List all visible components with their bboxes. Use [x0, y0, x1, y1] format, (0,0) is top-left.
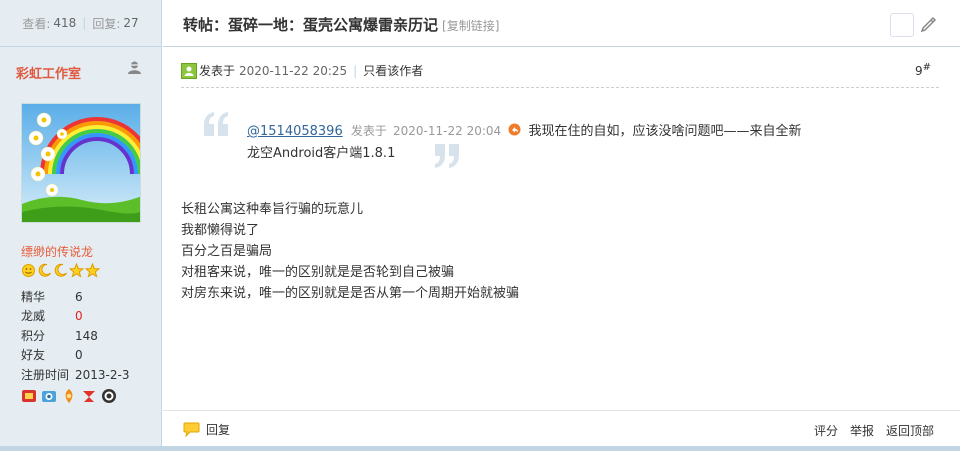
quote-date: 2020-11-22 20:04 — [393, 124, 502, 138]
post-frame: 查看: 418 | 回复: 27 彩虹工作室 缥缈的传说龙 精华 6 龙威 0 … — [0, 0, 960, 451]
message-line: 长租公寓这种奉旨行骗的玩意儿 — [181, 202, 364, 217]
only-author-link[interactable]: 只看该作者 — [363, 62, 423, 79]
info-key: 注册时间 — [21, 367, 70, 382]
star-icon — [69, 263, 84, 278]
info-value: 0 — [75, 309, 83, 324]
views-count: 418 — [53, 16, 77, 30]
floor-hash: # — [922, 62, 932, 73]
post-actions: 评分 举报 返回顶部 — [814, 422, 934, 439]
star-icon — [85, 263, 100, 278]
floor-number[interactable]: 9# — [915, 62, 931, 78]
replies-count: 27 — [123, 16, 139, 30]
footer-divider — [163, 410, 960, 411]
medal-1-icon[interactable] — [21, 388, 37, 404]
medals — [21, 388, 117, 404]
info-row-digest: 精华 6 — [21, 288, 129, 307]
rainbow-avatar-image — [22, 104, 140, 222]
reply-label: 回复 — [206, 423, 231, 437]
report-button[interactable]: 举报 — [850, 422, 874, 439]
author-name[interactable]: 彩虹工作室 — [16, 63, 81, 82]
info-row-friends: 好友 0 — [21, 346, 129, 365]
offline-status-icon — [128, 61, 141, 74]
medal-3-icon[interactable] — [61, 388, 77, 404]
medal-4-icon[interactable] — [81, 388, 97, 404]
medal-5-icon[interactable] — [101, 388, 117, 404]
info-key: 积分 — [21, 328, 46, 343]
reply-button[interactable]: 回复 — [183, 421, 230, 438]
info-row-register-date: 注册时间 2013-2-3 — [21, 366, 129, 385]
post-content-column: 转帖：蛋碎一地：蛋壳公寓爆雷亲历记 [复制链接] 发表于 2020-11-22 2… — [163, 0, 960, 451]
thread-title-bar: 转帖：蛋碎一地：蛋壳公寓爆雷亲历记 [复制链接] — [163, 0, 960, 47]
post-date: 2020-11-22 20:25 — [239, 63, 348, 78]
post-message: 长租公寓这种奉旨行骗的玩意儿 我都懒得说了 百分之百是骗局 对租客来说，唯一的区… — [181, 199, 519, 304]
author-sidebar: 查看: 418 | 回复: 27 彩虹工作室 缥缈的传说龙 精华 6 龙威 0 … — [0, 0, 162, 451]
floor-value: 9 — [915, 64, 923, 78]
goto-post-icon[interactable] — [508, 123, 521, 136]
meta-divider: | — [353, 63, 358, 78]
rank-stars — [21, 263, 100, 278]
divider — [181, 87, 939, 88]
info-value[interactable]: 148 — [75, 327, 98, 346]
quote-posted-label: 发表于 — [350, 124, 387, 138]
info-value[interactable]: 6 — [75, 288, 83, 307]
pen-icon[interactable] — [919, 14, 939, 34]
sun-icon — [22, 264, 35, 277]
message-line: 我都懒得说了 — [181, 223, 260, 238]
copy-link-button[interactable]: [复制链接] — [442, 19, 499, 33]
message-line: 对租客来说，唯一的区别就是是否轮到自己被骗 — [181, 265, 455, 280]
bottom-border — [0, 446, 960, 451]
quote-body: @1514058396 发表于 2020-11-22 20:04 我现在住的自如… — [247, 120, 807, 165]
info-row-dragon-power: 龙威 0 — [21, 307, 129, 326]
views-label: 查看: — [22, 16, 51, 31]
medal-2-icon[interactable] — [41, 388, 57, 404]
moon-icon — [38, 263, 51, 277]
thread-title-text: 转帖：蛋碎一地：蛋壳公寓爆雷亲历记 — [183, 16, 439, 34]
stats-divider: | — [82, 16, 87, 30]
quoted-user-link[interactable]: @1514058396 — [247, 124, 343, 139]
info-key: 龙威 — [21, 309, 46, 324]
post-meta: 发表于 2020-11-22 20:25 | 只看该作者 — [181, 62, 423, 79]
thread-title: 转帖：蛋碎一地：蛋壳公寓爆雷亲历记 [复制链接] — [183, 14, 499, 35]
info-key: 精华 — [21, 290, 46, 304]
author-header: 彩虹工作室 — [0, 47, 161, 91]
reply-bubble-icon — [183, 422, 200, 437]
back-to-top-button[interactable]: 返回顶部 — [886, 422, 934, 439]
replies-label: 回复: — [92, 16, 121, 31]
print-button[interactable] — [890, 13, 914, 37]
info-value[interactable]: 0 — [75, 346, 83, 365]
avatar[interactable] — [21, 103, 141, 223]
info-key: 好友 — [21, 348, 46, 363]
message-line: 对房东来说，唯一的区别就是是否从第一个周期开始就被骗 — [181, 286, 520, 301]
quote-block: @1514058396 发表于 2020-11-22 20:04 我现在住的自如… — [201, 110, 801, 170]
info-row-points: 积分 148 — [21, 327, 129, 346]
posted-label: 发表于 — [199, 64, 236, 78]
open-quote-icon — [204, 112, 228, 136]
message-line: 百分之百是骗局 — [181, 244, 273, 259]
online-user-icon — [181, 62, 197, 79]
thread-stats: 查看: 418 | 回复: 27 — [0, 0, 161, 47]
info-value: 2013-2-3 — [75, 367, 130, 382]
moon-icon — [54, 263, 67, 277]
author-info: 精华 6 龙威 0 积分 148 好友 0 注册时间 2013-2-3 — [21, 288, 129, 385]
user-group-title[interactable]: 缥缈的传说龙 — [21, 243, 93, 260]
rate-button[interactable]: 评分 — [814, 422, 838, 439]
